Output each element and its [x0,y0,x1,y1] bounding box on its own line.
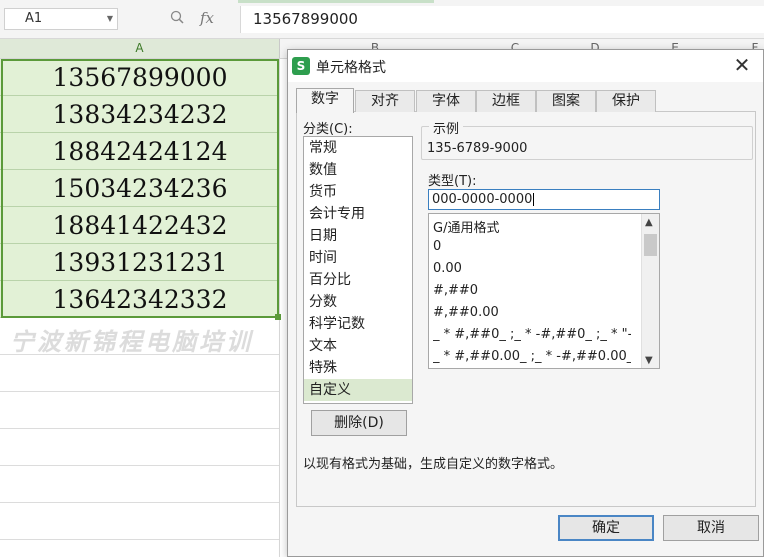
tab-number[interactable]: 数字 [296,88,354,113]
empty-row[interactable] [0,503,280,540]
category-item[interactable]: 数值 [304,159,412,181]
cancel-button[interactable]: 取消 [663,515,759,541]
format-item[interactable]: #,##0.00 [433,305,631,320]
sample-value: 135-6789-9000 [427,141,528,156]
app-logo-icon: S [292,57,310,75]
category-list[interactable]: 常规 数值 货币 会计专用 日期 时间 百分比 分数 科学记数 文本 特殊 自定… [303,136,413,404]
formula-input[interactable]: 13567899000 [240,6,764,33]
fill-handle[interactable] [275,314,281,320]
delete-button[interactable]: 删除(D) [311,410,407,436]
scrollbar-thumb[interactable] [644,234,657,256]
format-cells-dialog: S 单元格格式 ✕ 数字 对齐 字体 边框 图案 保护 分类(C): 常规 数值… [287,49,764,557]
tab-font[interactable]: 字体 [416,90,476,112]
tab-pattern[interactable]: 图案 [536,90,596,112]
column-header-a[interactable]: A [0,39,280,58]
text-caret [533,193,535,206]
close-icon[interactable]: ✕ [731,54,753,76]
category-item[interactable]: 特殊 [304,357,412,379]
category-item[interactable]: 时间 [304,247,412,269]
format-description: 以现有格式为基础，生成自定义的数字格式。 [303,457,564,472]
cell-a6[interactable]: 13931231231 [0,244,280,281]
chevron-down-icon[interactable]: ▼ [107,9,113,29]
category-label: 分类(C): [303,122,353,137]
tab-protection[interactable]: 保护 [596,90,656,112]
cell-a5[interactable]: 18841422432 [0,207,280,244]
category-item-custom[interactable]: 自定义 [304,379,412,401]
category-item[interactable]: 日期 [304,225,412,247]
format-item[interactable]: 0.00 [433,261,631,276]
cell-a1[interactable]: 13567899000 [0,59,280,96]
type-label: 类型(T): [428,174,477,189]
cell-a3[interactable]: 18842424124 [0,133,280,170]
format-item[interactable]: _ * #,##0.00_ ;_ * -#,##0.00_ ;_ * "-"??… [433,349,631,364]
format-item[interactable]: 0 [433,239,631,254]
format-item[interactable]: G/通用格式 [433,217,631,236]
ok-button[interactable]: 确定 [558,515,654,541]
category-item[interactable]: 百分比 [304,269,412,291]
type-input-value: 000-0000-0000 [432,192,533,207]
cell-a4[interactable]: 15034234236 [0,170,280,207]
column-divider [279,59,280,557]
formula-bar: A1 ▼ fx 13567899000 [0,0,764,39]
fx-icon[interactable]: fx [200,9,214,27]
tab-border[interactable]: 边框 [476,90,536,112]
category-item[interactable]: 会计专用 [304,203,412,225]
name-box-value: A1 [25,11,43,26]
category-item[interactable]: 分数 [304,291,412,313]
empty-row[interactable] [0,466,280,503]
tab-alignment[interactable]: 对齐 [355,90,415,112]
cell-a7[interactable]: 13642342332 [0,281,280,318]
format-list-scrollbar[interactable]: ▲ ▼ [641,214,659,368]
dialog-title-bar[interactable]: S 单元格格式 ✕ [288,50,763,82]
format-list[interactable]: G/通用格式 0 0.00 #,##0 #,##0.00 _ * #,##0_ … [428,213,660,369]
sample-label: 示例 [429,118,464,137]
empty-row[interactable] [0,355,280,392]
name-box[interactable]: A1 ▼ [4,8,118,30]
toolbar-accent-line [238,0,434,3]
scroll-down-arrow-icon[interactable]: ▼ [645,355,653,366]
type-input[interactable]: 000-0000-0000 [428,189,660,210]
category-item[interactable]: 科学记数 [304,313,412,335]
category-item[interactable]: 常规 [304,137,412,159]
scroll-up-arrow-icon[interactable]: ▲ [645,217,653,228]
format-item[interactable]: _ * #,##0_ ;_ * -#,##0_ ;_ * "-"_ ;_ @_ [433,327,631,342]
empty-row[interactable] [0,429,280,466]
format-item[interactable]: #,##0 [433,283,631,298]
cell-a2[interactable]: 13834234232 [0,96,280,133]
category-item[interactable]: 文本 [304,335,412,357]
dialog-title: 单元格格式 [316,60,386,76]
empty-row[interactable] [0,392,280,429]
magnifier-icon[interactable] [170,10,184,24]
watermark: 宁波新锦程电脑培训 [10,327,253,356]
category-item[interactable]: 货币 [304,181,412,203]
